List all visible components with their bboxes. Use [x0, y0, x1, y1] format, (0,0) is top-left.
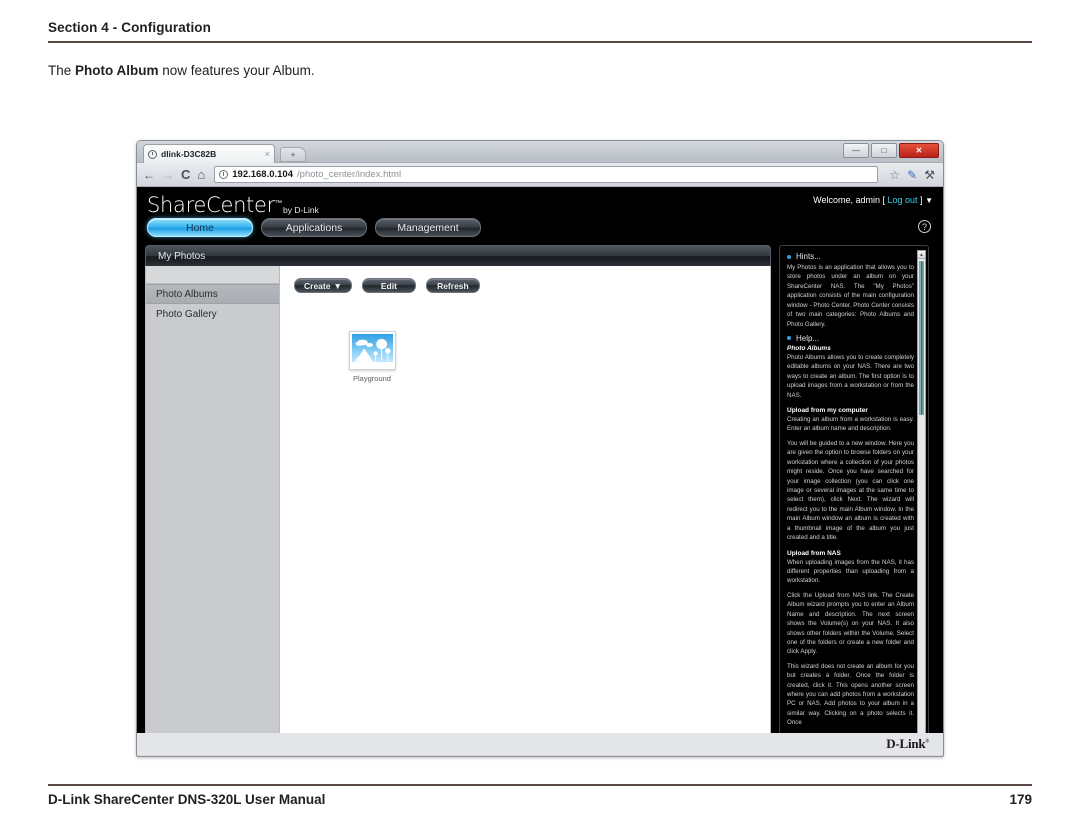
document-header: Section 4 - Configuration: [48, 20, 1032, 43]
hints-title: Hints...: [796, 252, 821, 261]
brand-name: ShareCenter: [147, 193, 275, 217]
upload-nas-heading: Upload from NAS: [787, 549, 841, 557]
browser-tool-icons: ☆ ✎ ⚒: [889, 168, 937, 182]
panel-title: My Photos: [145, 245, 771, 266]
close-tab-icon[interactable]: ×: [265, 149, 270, 159]
browser-tab-title: dlink-D3C82B: [161, 149, 217, 159]
album-item[interactable]: Playground: [342, 331, 402, 383]
window-controls: — □ ✕: [843, 143, 939, 158]
create-button[interactable]: Create ▼: [294, 278, 352, 293]
upload-computer-body2: You will be guided to a new window. Here…: [787, 439, 914, 542]
logout-link[interactable]: Log out: [888, 195, 918, 205]
tab-home[interactable]: Home: [147, 218, 253, 237]
photo-albums-heading: Photo Albums: [787, 344, 831, 352]
document-footer: D-Link ShareCenter DNS-320L User Manual …: [48, 792, 1032, 807]
hints-scrollbar[interactable]: ▲ ▼: [917, 250, 926, 750]
section-title: Section 4 - Configuration: [48, 20, 211, 35]
chevron-down-icon[interactable]: ▼: [925, 196, 933, 205]
photo-albums-body: Photo Albums allows you to create comple…: [787, 353, 914, 399]
album-grid: Playground: [342, 331, 760, 383]
hints-body: My Photos is an application that allows …: [787, 264, 914, 328]
refresh-button[interactable]: Refresh: [425, 278, 480, 293]
footer-rule: [48, 784, 1032, 786]
landscape-photo-icon: [351, 334, 393, 367]
welcome-suffix: ]: [917, 195, 923, 205]
browser-tab[interactable]: dlink-D3C82B ×: [143, 144, 275, 163]
upload-computer-heading: Upload from my computer: [787, 407, 868, 415]
app-header: ShareCenter ™ by D-Link Welcome, admin […: [137, 187, 943, 245]
sharecenter-app: ShareCenter ™ by D-Link Welcome, admin […: [137, 187, 943, 755]
app-footer: D-Link®: [137, 733, 943, 755]
album-label: Playground: [353, 374, 391, 383]
hints-heading: Hints...: [787, 252, 914, 261]
create-caret-icon: ▼: [333, 280, 342, 291]
album-content-area: Create ▼ Edit Refresh Playground: [280, 266, 770, 754]
welcome-text: Welcome, admin [: [813, 195, 888, 205]
browser-window: dlink-D3C82B × + — □ ✕ ← → C ⌂ 192.168.0…: [136, 140, 944, 757]
scrollbar-thumb[interactable]: [919, 261, 924, 415]
intro-suffix: now features your Album.: [158, 63, 315, 78]
address-bar[interactable]: 192.168.0.104/photo_center/index.html: [214, 166, 879, 183]
sidebar-item-photo-albums[interactable]: Photo Albums: [146, 284, 279, 304]
help-icon[interactable]: ?: [918, 220, 931, 233]
reload-icon[interactable]: C: [181, 168, 190, 181]
site-info-icon: [219, 170, 229, 179]
browser-toolbar: ← → C ⌂ 192.168.0.104/photo_center/index…: [137, 163, 943, 187]
brand-byline: by D-Link: [282, 205, 319, 215]
bookmark-star-icon[interactable]: ☆: [889, 168, 900, 182]
help-title: Help...: [796, 333, 820, 343]
intro-bold: Photo Album: [75, 63, 159, 78]
trademark-icon: ™: [274, 200, 282, 207]
side-menu-spacer: [146, 266, 279, 284]
url-path: /photo_center/index.html: [297, 169, 402, 180]
upload-computer-body1: Creating an album from a workstation is …: [787, 416, 914, 433]
page-number: 179: [1009, 792, 1032, 807]
wrench-menu-icon[interactable]: ⚒: [924, 168, 935, 182]
intro-paragraph: The Photo Album now features your Album.: [48, 63, 315, 78]
create-button-label: Create: [304, 280, 331, 291]
intro-prefix: The: [48, 63, 76, 78]
back-icon[interactable]: ←: [143, 169, 155, 181]
page-favicon-icon: [148, 149, 157, 159]
forward-icon: →: [162, 167, 174, 182]
new-tab-button[interactable]: +: [280, 147, 306, 162]
edit-button-label: Edit: [380, 280, 397, 291]
edit-button[interactable]: Edit: [361, 278, 416, 293]
dlink-logo: D-Link®: [886, 736, 929, 752]
side-menu: Photo Albums Photo Gallery: [146, 266, 280, 754]
album-thumbnail[interactable]: [348, 331, 396, 370]
app-body: My Photos Photo Albums Photo Gallery Cre…: [145, 245, 935, 755]
hints-panel: Hints... My Photos is an application tha…: [779, 245, 929, 755]
registered-mark-icon: ®: [925, 739, 929, 745]
refresh-button-label: Refresh: [437, 280, 469, 291]
header-rule: [48, 41, 1032, 43]
pencil-icon[interactable]: ✎: [907, 168, 917, 182]
tab-management[interactable]: Management: [375, 218, 481, 237]
browser-tab-strip: dlink-D3C82B × + — □ ✕: [137, 141, 943, 163]
main-nav-tabs: Home Applications Management: [147, 218, 481, 237]
bullet-icon: [787, 336, 791, 341]
tab-applications[interactable]: Applications: [261, 218, 367, 237]
panel-content: Photo Albums Photo Gallery Create ▼ Edit…: [145, 266, 771, 755]
dlink-logo-text: D-Link: [886, 736, 926, 751]
help-heading: Help...: [787, 334, 914, 343]
home-icon[interactable]: ⌂: [197, 168, 205, 181]
bullet-icon: [787, 254, 791, 259]
manual-page: Section 4 - Configuration The Photo Albu…: [0, 0, 1080, 834]
upload-nas-body2: Click the Upload from NAS link. The Crea…: [787, 591, 914, 656]
brand-logo: ShareCenter ™ by D-Link: [147, 193, 319, 217]
maximize-button[interactable]: □: [871, 143, 897, 158]
upload-nas-body3: This wizard does not create an album for…: [787, 662, 914, 727]
manual-title: D-Link ShareCenter DNS-320L User Manual: [48, 792, 326, 807]
upload-nas-body1: When uploading images from the NAS, it h…: [787, 558, 914, 585]
my-photos-panel: My Photos Photo Albums Photo Gallery Cre…: [145, 245, 771, 755]
minimize-button[interactable]: —: [843, 143, 869, 158]
close-window-button[interactable]: ✕: [899, 143, 939, 158]
album-toolbar: Create ▼ Edit Refresh: [294, 278, 760, 293]
url-host: 192.168.0.104: [232, 169, 294, 180]
welcome-bar: Welcome, admin [ Log out ] ▼: [813, 195, 933, 205]
scroll-up-icon[interactable]: ▲: [918, 251, 925, 259]
sidebar-item-photo-gallery[interactable]: Photo Gallery: [146, 304, 279, 324]
